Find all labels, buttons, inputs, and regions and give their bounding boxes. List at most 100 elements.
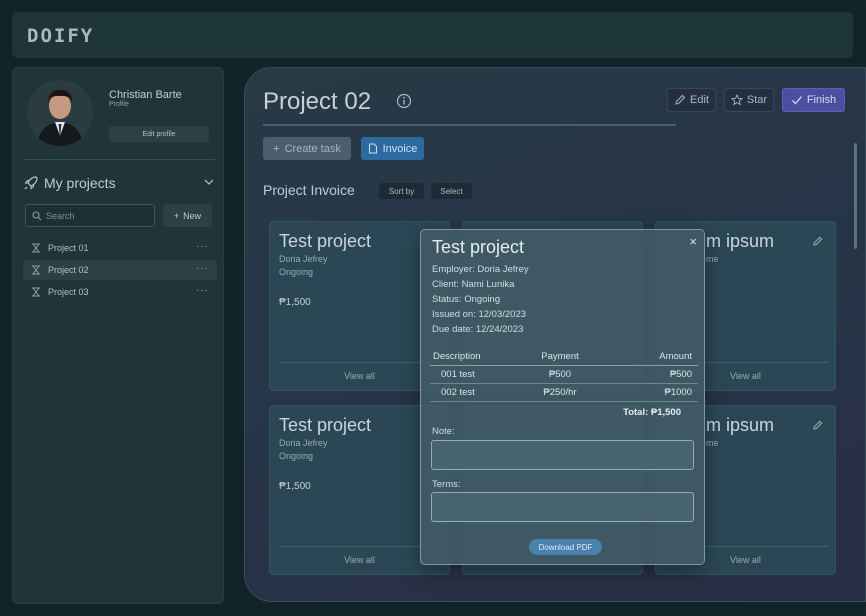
row-description: 002 test <box>430 383 510 402</box>
card-status: Ongoing <box>279 267 314 277</box>
hourglass-icon <box>32 287 40 297</box>
row-amount: ₱500 <box>610 365 698 384</box>
avatar-photo <box>27 80 93 146</box>
invoice-total: Total: ₱1,500 <box>623 407 681 418</box>
card-title: m ipsum <box>706 415 775 435</box>
card-client: Doria Jefrey <box>279 254 328 264</box>
section-title: Project Invoice <box>263 182 355 198</box>
my-projects-header[interactable]: My projects <box>23 172 215 194</box>
invoice-label: Invoice <box>382 142 418 155</box>
close-icon[interactable]: × <box>689 234 697 249</box>
check-icon <box>791 96 802 105</box>
column-header-amount: Amount <box>610 348 698 366</box>
column-header-payment: Payment <box>510 348 610 366</box>
sidebar-divider <box>23 159 215 160</box>
page-title: Project 02 <box>263 88 372 115</box>
issued-on-line: Issued on: 12/03/2023 <box>432 309 527 320</box>
sidebar: Christian Barte Profile Edit profile My … <box>12 67 224 604</box>
new-project-button[interactable]: + New <box>163 204 212 227</box>
edit-label: Edit <box>690 94 709 106</box>
project-label: Project 02 <box>48 265 89 275</box>
new-button-label: New <box>183 210 202 221</box>
sort-by-button[interactable]: Sort by <box>379 183 424 199</box>
client-line: Client: Nami Lunika <box>432 279 515 290</box>
hourglass-icon <box>32 243 40 253</box>
edit-button[interactable]: Edit <box>667 88 716 112</box>
edit-profile-button[interactable]: Edit profile <box>109 126 209 142</box>
invoice-table: Description Payment Amount 001 test ₱500… <box>430 348 698 402</box>
invoice-modal: × Test project Employer: Doria Jefrey Cl… <box>420 229 705 565</box>
project-label: Project 03 <box>48 287 89 297</box>
pencil-icon[interactable] <box>812 420 823 431</box>
select-button[interactable]: Select <box>431 183 472 199</box>
rocket-icon <box>24 176 38 190</box>
card-amount: ₱1,500 <box>279 297 311 308</box>
star-icon <box>730 94 743 106</box>
finish-label: Finish <box>806 94 837 106</box>
more-options-icon[interactable]: ··· <box>196 263 209 274</box>
pencil-icon[interactable] <box>812 236 823 247</box>
card-title: Test project <box>279 231 372 251</box>
document-icon <box>368 143 377 154</box>
card-title: m ipsum <box>706 231 775 251</box>
terms-field[interactable] <box>431 492 694 522</box>
card-status: Ongoing <box>279 451 314 461</box>
search-box[interactable] <box>25 204 155 227</box>
invoice-details: Employer: Doria Jefrey Client: Nami Luni… <box>432 262 529 337</box>
row-payment: ₱250/hr <box>510 383 610 402</box>
download-pdf-button[interactable]: Download PDF <box>529 539 602 555</box>
note-label: Note: <box>432 426 455 437</box>
card-divider <box>279 362 442 363</box>
scrollbar[interactable] <box>854 143 857 249</box>
column-header-description: Description <box>430 348 510 366</box>
table-row: 002 test ₱250/hr ₱1000 <box>430 383 698 402</box>
create-task-label: Create task <box>284 142 341 155</box>
sidebar-item-project-01[interactable]: Project 01 ··· <box>23 238 217 258</box>
more-options-icon[interactable]: ··· <box>196 241 209 252</box>
app-logo[interactable]: DOIFY <box>27 25 94 47</box>
project-label: Project 01 <box>48 243 89 253</box>
avatar[interactable] <box>27 80 93 146</box>
star-label: Star <box>746 94 768 106</box>
star-button[interactable]: Star <box>724 88 774 112</box>
card-client: Doria Jefrey <box>279 438 328 448</box>
row-amount: ₱1000 <box>610 383 698 402</box>
app-window: DOIFY Christian Barte Profile Edit profi… <box>0 0 866 616</box>
plus-icon: + <box>173 210 180 221</box>
terms-label: Terms: <box>432 479 461 490</box>
card-client: me <box>706 438 719 448</box>
modal-title: Test project <box>432 237 525 257</box>
search-icon <box>32 210 42 220</box>
info-icon[interactable] <box>396 93 412 109</box>
invoice-button[interactable]: Invoice <box>361 137 424 160</box>
table-header-row: Description Payment Amount <box>430 348 698 366</box>
hourglass-icon <box>32 265 40 275</box>
row-payment: ₱500 <box>510 365 610 384</box>
chevron-down-icon[interactable] <box>203 176 215 188</box>
note-field[interactable] <box>431 440 694 470</box>
title-underline <box>263 124 676 126</box>
more-options-icon[interactable]: ··· <box>196 285 209 296</box>
profile-subtitle: Profile <box>109 101 129 108</box>
pencil-icon <box>675 94 686 105</box>
profile-name: Christian Barte <box>109 89 182 101</box>
sidebar-item-project-03[interactable]: Project 03 ··· <box>23 282 217 302</box>
create-task-button[interactable]: + Create task <box>263 137 351 160</box>
status-line: Status: Ongoing <box>432 294 501 305</box>
card-amount: ₱1,500 <box>279 481 311 492</box>
top-bar: DOIFY <box>12 12 853 58</box>
my-projects-label: My projects <box>44 175 116 191</box>
finish-button[interactable]: Finish <box>782 88 845 112</box>
employer-line: Employer: Doria Jefrey <box>432 264 529 275</box>
card-divider <box>279 546 442 547</box>
sidebar-item-project-02[interactable]: Project 02 ··· <box>23 260 217 280</box>
card-client: me <box>706 254 719 264</box>
due-date-line: Due date: 12/24/2023 <box>432 324 524 335</box>
row-description: 001 test <box>430 365 510 384</box>
search-input[interactable] <box>46 210 146 221</box>
card-meta: Doria Jefrey Ongoing <box>279 437 328 463</box>
plus-icon: + <box>273 142 280 155</box>
card-meta: Doria Jefrey Ongoing <box>279 253 328 279</box>
card-title: Test project <box>279 415 372 435</box>
table-row: 001 test ₱500 ₱500 <box>430 365 698 384</box>
